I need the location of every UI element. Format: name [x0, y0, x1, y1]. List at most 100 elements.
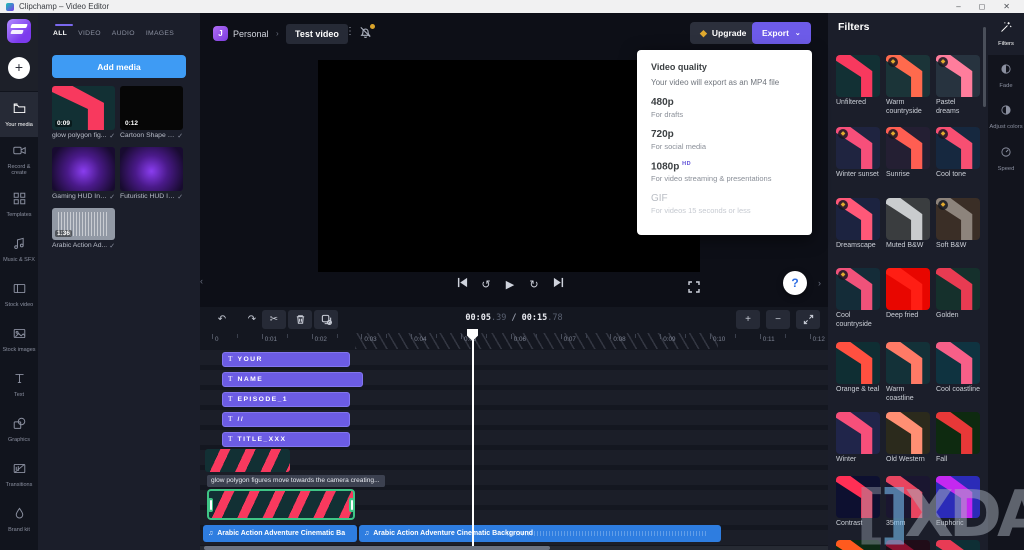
- filter-winter-sunset[interactable]: ◆ Winter sunset: [836, 127, 880, 180]
- video-clip-ghost[interactable]: [205, 449, 290, 472]
- export-option-480p[interactable]: 480p For drafts: [651, 97, 798, 119]
- fullscreen-button[interactable]: [688, 280, 700, 298]
- filter-unfiltered[interactable]: Unfiltered: [836, 55, 880, 108]
- clipchamp-window-icon: [6, 2, 14, 11]
- filter-fall[interactable]: Fall: [936, 412, 980, 465]
- trim-handle-right[interactable]: [349, 497, 354, 512]
- tool-tab-filters[interactable]: Filters: [988, 13, 1024, 55]
- workspace-avatar[interactable]: J: [213, 26, 228, 41]
- text-clip-your[interactable]: T YOUR: [222, 352, 350, 367]
- sidebar-item-text[interactable]: Text: [0, 362, 38, 407]
- media-item-arabic-action-ad[interactable]: 1:36 Arabic Action Ad... ✓: [52, 208, 115, 250]
- filter-euphoric[interactable]: Euphoric: [936, 476, 980, 529]
- close-button[interactable]: ✕: [1003, 2, 1010, 11]
- rewind-button[interactable]: ↺: [479, 278, 493, 291]
- filter-thumbnail: ◆: [836, 127, 880, 169]
- sidebar-item-stock-video[interactable]: Stock video: [0, 272, 38, 317]
- export-button[interactable]: Export ⌄: [752, 22, 811, 44]
- add-button[interactable]: +: [8, 57, 30, 79]
- export-option-label: 720p: [651, 129, 674, 140]
- maximize-button[interactable]: ◻: [979, 2, 986, 11]
- ribbon-graphic: [936, 540, 980, 550]
- zoom-out-button[interactable]: −: [766, 310, 790, 329]
- text-clip-icon: T: [228, 416, 233, 423]
- filter-warm-countryside[interactable]: ◆ Warm countryside: [886, 55, 930, 116]
- expand-panel-right-icon[interactable]: ›: [818, 278, 821, 288]
- filter-cool-tone[interactable]: ◆ Cool tone: [936, 127, 980, 180]
- media-item-name: Cartoon Shape El...: [120, 132, 176, 139]
- audio-clip-1[interactable]: ♫ Arabic Action Adventure Cinematic Ba: [203, 525, 357, 542]
- filter-sunrise[interactable]: ◆ Sunrise: [886, 127, 930, 180]
- filter-old-western[interactable]: Old Western: [886, 412, 930, 465]
- timeline-scrollbar-thumb[interactable]: [204, 546, 550, 550]
- text-clip-episode-1[interactable]: T EPISODE_1: [222, 392, 350, 407]
- project-title-input[interactable]: Test video: [286, 24, 348, 44]
- export-option-desc: For drafts: [651, 110, 684, 119]
- sidebar-item-transitions[interactable]: Transitions: [0, 452, 38, 497]
- filter-deep-fried[interactable]: Deep fried: [886, 268, 930, 321]
- filter-winter[interactable]: Winter: [836, 412, 880, 465]
- help-button[interactable]: ?: [783, 271, 807, 295]
- sidebar-item-your-media[interactable]: Your media: [0, 92, 38, 137]
- filter-35mm[interactable]: 35mm: [886, 476, 930, 529]
- media-item-cartoon-shape-el[interactable]: 0:12 Cartoon Shape El... ✓: [120, 86, 183, 140]
- tool-tab-speed[interactable]: Speed: [988, 138, 1024, 180]
- zoom-fit-button[interactable]: [796, 310, 820, 329]
- sidebar-item-templates[interactable]: Templates: [0, 182, 38, 227]
- forward-button[interactable]: ↻: [527, 278, 541, 291]
- upgrade-button[interactable]: ◆ Upgrade: [690, 22, 757, 44]
- filter-thumbnail: ◆: [886, 55, 930, 97]
- filter-contrast[interactable]: Contrast: [836, 476, 880, 529]
- filter-pastel-dreams[interactable]: ◆ Pastel dreams: [936, 55, 980, 116]
- export-option-1080p[interactable]: 1080p HD For video streaming & presentati…: [651, 161, 798, 183]
- play-button[interactable]: ▶: [503, 278, 517, 291]
- media-thumbnail: [52, 147, 115, 191]
- filter-cool-coastline[interactable]: Cool coastline: [936, 342, 980, 395]
- text-clip-[interactable]: T //: [222, 412, 350, 427]
- sidebar-item-graphics[interactable]: Graphics: [0, 407, 38, 452]
- filter-cool-countryside[interactable]: ◆ Cool countryside: [836, 268, 880, 329]
- filter-thumbnail: [936, 268, 980, 310]
- media-item-glow-polygon-fig[interactable]: 0:09 glow polygon fig... ✓: [52, 86, 115, 140]
- timeline-ruler[interactable]: 0 0:01 0:02 0:03 0:04 0:05 0:06 0:07 0:08 0:09 0:1…: [200, 332, 828, 350]
- text-clip-name[interactable]: T NAME: [222, 372, 363, 387]
- project-menu-button[interactable]: ⋮: [345, 26, 355, 37]
- tool-tab-adjust-colors[interactable]: Adjust colors: [988, 96, 1024, 138]
- ruler-minor-tick: [286, 334, 288, 338]
- media-item-label: Gaming HUD Inte... ✓: [52, 193, 115, 201]
- sidebar-item-stock-images[interactable]: Stock images: [0, 317, 38, 362]
- zoom-in-button[interactable]: +: [736, 310, 760, 329]
- filter-muted-b-w[interactable]: Muted B&W: [886, 198, 930, 251]
- collapse-panel-left-icon[interactable]: ‹: [200, 276, 203, 286]
- filter-orange-teal[interactable]: Orange & teal: [836, 342, 880, 395]
- skip-end-button[interactable]: [551, 277, 565, 291]
- minimize-button[interactable]: –: [956, 2, 960, 11]
- trim-handle-left[interactable]: [208, 497, 213, 512]
- sidebar-item-brand-kit[interactable]: Brand kit: [0, 497, 38, 542]
- selected-video-clip[interactable]: [207, 489, 355, 520]
- audio-clip-2[interactable]: ♫ Arabic Action Adventure Cinematic Backg…: [359, 525, 721, 542]
- filter-dreamscape[interactable]: ◆ Dreamscape: [836, 198, 880, 251]
- breadcrumb-workspace[interactable]: Personal: [233, 29, 269, 39]
- export-option-720p[interactable]: 720p For social media: [651, 129, 798, 151]
- media-item-gaming-hud-inte[interactable]: Gaming HUD Inte... ✓: [52, 147, 115, 201]
- filter-warm-coastline[interactable]: Warm coastline: [886, 342, 930, 403]
- audio-waveform: [507, 531, 707, 536]
- filter-soft-b-w[interactable]: ◆ Soft B&W: [936, 198, 980, 251]
- tool-tab-fade[interactable]: Fade: [988, 55, 1024, 97]
- media-item-name: Gaming HUD Inte...: [52, 193, 108, 200]
- notifications-off-icon[interactable]: [358, 24, 376, 41]
- sidebar-item-label: Your media: [5, 121, 33, 128]
- filter-partial-22[interactable]: [836, 540, 880, 550]
- export-option-desc: For social media: [651, 142, 707, 151]
- text-clip-title-xxx[interactable]: T TITLE_XXX: [222, 432, 350, 447]
- filters-scrollbar[interactable]: [983, 27, 986, 107]
- filter-golden[interactable]: Golden: [936, 268, 980, 321]
- sidebar-item-music-sfx[interactable]: Music & SFX: [0, 227, 38, 272]
- media-item-futuristic-hud-int[interactable]: Futuristic HUD Int... ✓: [120, 147, 183, 201]
- skip-start-button[interactable]: [455, 277, 469, 291]
- filter-partial-23[interactable]: [886, 540, 930, 550]
- export-option-desc: For videos 15 seconds or less: [651, 206, 751, 216]
- filter-partial-24[interactable]: [936, 540, 980, 550]
- sidebar-item-record-create[interactable]: Record & create: [0, 137, 38, 182]
